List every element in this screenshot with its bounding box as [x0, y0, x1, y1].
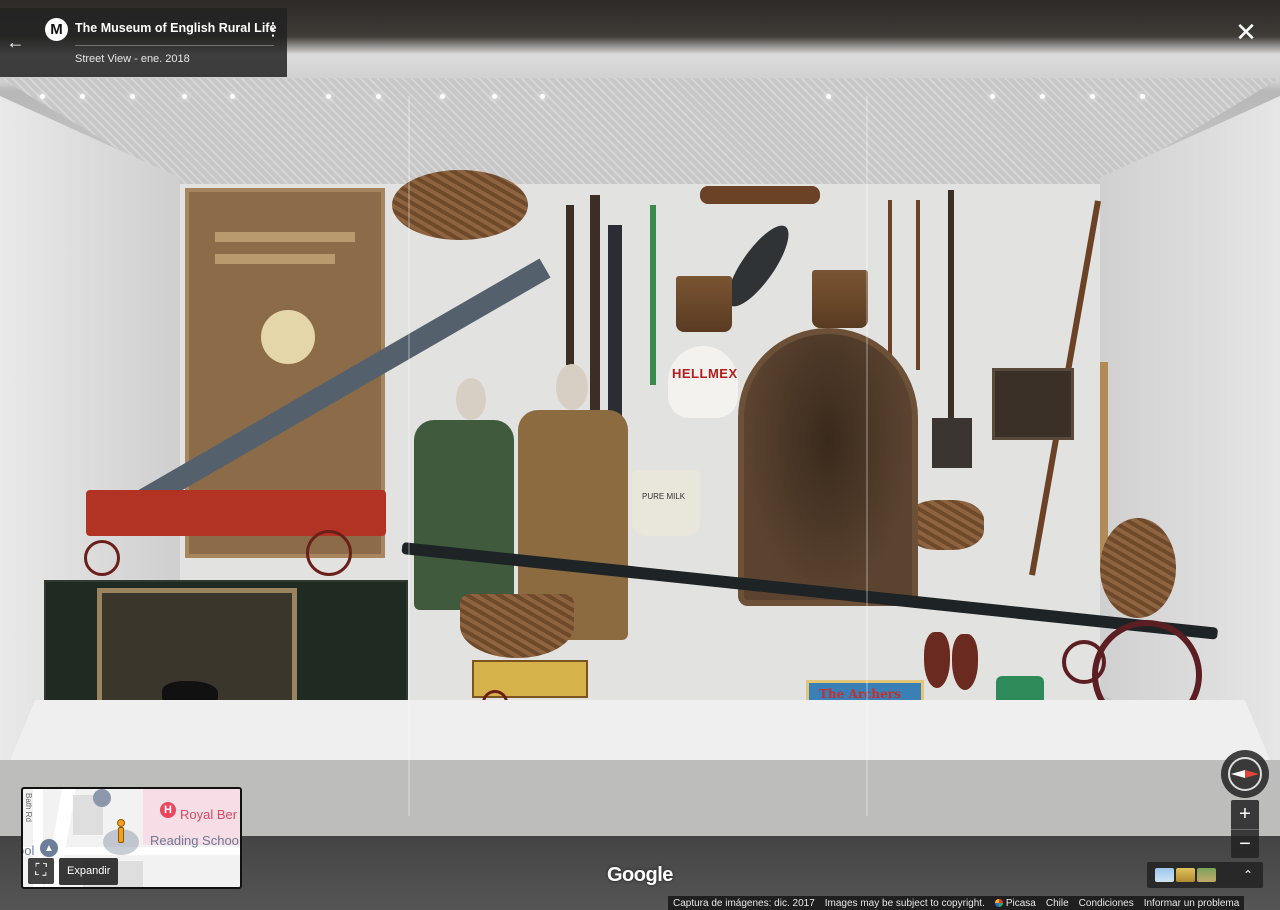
- thumbnail-photo[interactable]: [1197, 868, 1216, 882]
- ceiling-light: [130, 94, 135, 99]
- country-link[interactable]: Chile: [1041, 898, 1074, 909]
- leather-boot: [952, 634, 978, 690]
- rope: [1100, 362, 1108, 562]
- compass-south-needle: [1231, 770, 1245, 778]
- graduation-cap-icon: [93, 789, 111, 807]
- sign-text-stripe: [215, 232, 355, 242]
- shell-sign: HELLMEX: [668, 346, 738, 418]
- ceiling-light: [326, 94, 331, 99]
- zoom-out-button[interactable]: −: [1231, 829, 1259, 858]
- wicker-hooded-chair: [738, 328, 918, 606]
- ceiling-light: [1090, 94, 1095, 99]
- zoom-in-button[interactable]: +: [1231, 800, 1259, 829]
- street-view-panorama[interactable]: HELLMEX PURE MILK The Archers: [0, 0, 1280, 910]
- ceiling-light: [80, 94, 85, 99]
- imagery-thumbnails: ⌃: [1147, 862, 1263, 888]
- more-options-icon[interactable]: ⋮: [264, 18, 282, 42]
- milk-churn: PURE MILK: [632, 470, 700, 536]
- compass-north-needle: [1245, 770, 1259, 778]
- google-logo: Google: [607, 864, 673, 886]
- long-handle-tool: [948, 190, 954, 440]
- ceiling-light: [990, 94, 995, 99]
- compass-button[interactable]: [1221, 750, 1269, 798]
- red-cart: [86, 490, 386, 536]
- ceiling-light: [1140, 94, 1145, 99]
- shell-sign-text: HELLMEX: [672, 366, 738, 381]
- ceiling-light: [1040, 94, 1045, 99]
- museum-logo-icon[interactable]: M: [45, 18, 68, 41]
- wooden-bucket: [812, 270, 868, 328]
- pegman-body: [118, 827, 124, 843]
- road-label: Bath Rd: [24, 793, 33, 822]
- pegman-head: [117, 819, 125, 827]
- place-title[interactable]: The Museum of English Rural Life: [75, 21, 276, 35]
- ceiling-light: [540, 94, 545, 99]
- sign-text-stripe: [215, 254, 335, 264]
- cart-wheel: [306, 530, 352, 576]
- hospital-label: Royal Ber: [180, 807, 238, 822]
- display-case-ceiling: [0, 78, 1280, 186]
- ceiling-light: [182, 94, 187, 99]
- graduation-cap-icon: ▲: [40, 839, 58, 857]
- wooden-bucket: [676, 276, 732, 332]
- ceiling-light: [40, 94, 45, 99]
- terms-link[interactable]: Condiciones: [1074, 898, 1139, 909]
- zoom-control: + −: [1231, 800, 1259, 858]
- green-dress: [414, 420, 514, 610]
- glass-seam: [408, 96, 410, 816]
- back-button[interactable]: ←: [0, 8, 31, 77]
- thumbnail-photo[interactable]: [1176, 868, 1195, 882]
- pegman-icon[interactable]: [115, 819, 127, 847]
- street-view-date: Street View - ene. 2018: [75, 53, 190, 65]
- long-saw-tool: [590, 195, 600, 425]
- ceiling-light: [440, 94, 445, 99]
- arrow-left-icon: ←: [6, 32, 25, 52]
- place-title-card: ← M The Museum of English Rural Life ⋮ S…: [0, 8, 287, 77]
- chevron-up-icon[interactable]: ⌃: [1239, 865, 1257, 885]
- sign-seal: [261, 310, 315, 364]
- close-icon[interactable]: ✕: [1230, 18, 1262, 46]
- capture-date: Captura de imágenes: dic. 2017: [673, 897, 815, 909]
- wooden-cage: [992, 368, 1074, 440]
- mannequin-head: [456, 378, 486, 420]
- glass-seam: [866, 96, 868, 816]
- leather-boot: [924, 632, 950, 688]
- trug-basket: [460, 594, 574, 658]
- ceiling-light: [826, 94, 831, 99]
- school-label-left: ool: [23, 843, 35, 858]
- report-problem-link[interactable]: Informar un problema: [1139, 898, 1245, 909]
- place-info-panel: M The Museum of English Rural Life ⋮ Str…: [31, 8, 287, 77]
- thumbnail-photo[interactable]: [1155, 868, 1174, 882]
- hospital-pin-icon[interactable]: H: [160, 802, 176, 818]
- shovel-head: [932, 418, 972, 468]
- ceiling-light: [376, 94, 381, 99]
- picasa-icon: [994, 898, 1003, 907]
- milk-churn-label: PURE MILK: [642, 492, 686, 501]
- yoke: [700, 186, 820, 204]
- ceiling-light: [492, 94, 497, 99]
- expand-tooltip: Expandir: [59, 858, 119, 885]
- scythe-blade: [608, 225, 622, 425]
- display-shelf: [10, 700, 1270, 760]
- school-label: Reading Schoo: [150, 833, 239, 848]
- expand-map-icon[interactable]: ⛶: [28, 858, 54, 884]
- hay-rake: [888, 200, 920, 370]
- wicker-shield: [1100, 518, 1176, 618]
- wicker-basket: [392, 170, 528, 240]
- the-archers-box-title: The Archers: [819, 687, 901, 701]
- cart-wheel: [84, 540, 120, 576]
- contributor-name: Picasa: [1005, 897, 1036, 909]
- plough-small-wheel: [1062, 640, 1106, 684]
- ceiling-light: [230, 94, 235, 99]
- contributor-link[interactable]: Picasa: [990, 898, 1041, 909]
- attribution-footer: Captura de imágenes: dic. 2017 Images ma…: [668, 896, 1245, 910]
- title-divider: [75, 45, 274, 46]
- mannequin-head: [556, 364, 588, 410]
- saw-tool: [566, 205, 574, 365]
- green-spade: [650, 205, 656, 385]
- copyright-notice: Images may be subject to copyright.: [824, 897, 985, 909]
- minimap[interactable]: Bath Rd H Royal Ber Reading Schoo ool ▲ …: [21, 787, 242, 889]
